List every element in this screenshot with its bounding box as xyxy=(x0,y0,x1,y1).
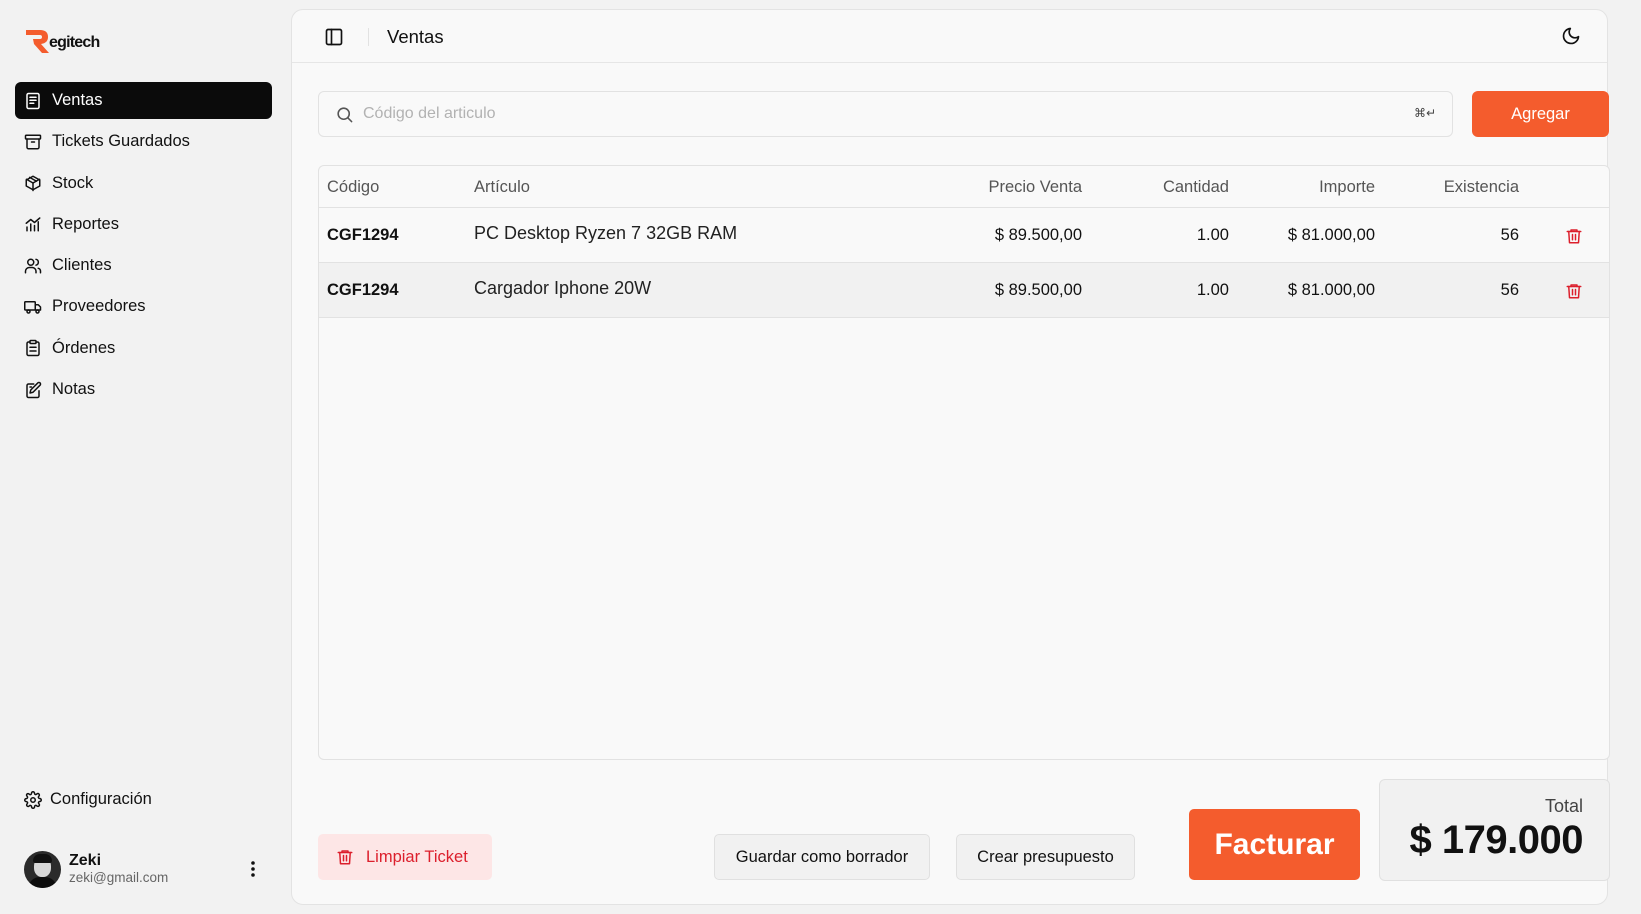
note-icon xyxy=(24,381,42,399)
cell-article: PC Desktop Ryzen 7 32GB RAM xyxy=(474,223,738,243)
column-header-article: Artículo xyxy=(474,178,530,196)
topbar-divider xyxy=(368,28,369,46)
cell-amount: $ 81.000,00 xyxy=(1287,281,1375,299)
create-budget-button[interactable]: Crear presupuesto xyxy=(956,834,1135,880)
users-icon xyxy=(24,257,42,275)
receipt-icon xyxy=(24,92,42,110)
column-header-code: Código xyxy=(327,178,380,196)
cell-amount: $ 81.000,00 xyxy=(1287,226,1375,244)
more-vertical-icon[interactable] xyxy=(244,859,262,879)
total-label: Total xyxy=(1544,796,1583,816)
sidebar-item-label: Clientes xyxy=(52,256,112,275)
trash-icon xyxy=(337,850,353,865)
moon-icon[interactable] xyxy=(1561,26,1581,46)
cell-quantity[interactable]: 1.00 xyxy=(1197,281,1229,300)
clear-ticket-button[interactable]: Limpiar Ticket xyxy=(318,834,492,880)
sidebar-item-ordenes[interactable]: Órdenes xyxy=(15,330,272,367)
total-value: $ 179.000 xyxy=(1409,818,1584,862)
trash-icon[interactable] xyxy=(1565,281,1583,301)
sidebar-item-label: Reportes xyxy=(52,214,119,233)
search-icon xyxy=(337,107,353,123)
search-input[interactable] xyxy=(363,92,1383,136)
clipboard-icon xyxy=(24,339,42,357)
sidebar-item-label: Órdenes xyxy=(52,338,116,357)
config-label: Configuración xyxy=(50,790,152,808)
user-email: zeki@gmail.com xyxy=(69,870,169,885)
logo-text: egitech xyxy=(49,34,100,51)
table-header: Código Artículo Precio Venta Cantidad Im… xyxy=(319,166,1609,208)
column-header-price: Precio Venta xyxy=(988,178,1082,196)
logo-mark-icon xyxy=(26,30,49,53)
sidebar-item-configuracion[interactable]: Configuración xyxy=(24,790,152,809)
column-header-stock: Existencia xyxy=(1443,178,1519,196)
sidebar-item-label: Tickets Guardados xyxy=(52,132,190,151)
page-title: Ventas xyxy=(387,26,444,47)
package-icon xyxy=(24,174,42,192)
cell-article: Cargador Iphone 20W xyxy=(474,278,652,298)
items-table: Código Artículo Precio Venta Cantidad Im… xyxy=(318,165,1610,760)
sidebar-item-label: Notas xyxy=(52,380,96,399)
cell-code: CGF1294 xyxy=(327,281,399,299)
sidebar-item-tickets[interactable]: Tickets Guardados xyxy=(15,123,272,160)
trash-icon[interactable] xyxy=(1565,226,1583,246)
cell-code: CGF1294 xyxy=(327,226,399,244)
sidebar-item-reportes[interactable]: Reportes xyxy=(15,206,272,243)
sidebar-item-clientes[interactable]: Clientes xyxy=(15,247,272,284)
chart-icon xyxy=(24,215,42,233)
sidebar-item-notas[interactable]: Notas xyxy=(15,371,272,408)
topbar: Ventas xyxy=(292,10,1607,63)
sidebar-toggle-icon[interactable] xyxy=(324,27,344,47)
main-panel: Ventas ⌘↵ Agregar Código Artículo Precio… xyxy=(291,9,1610,905)
shortcut-hint: ⌘↵ xyxy=(1413,106,1436,120)
sidebar-item-label: Proveedores xyxy=(52,297,146,316)
gear-icon xyxy=(24,790,42,809)
user-profile[interactable]: Zeki zeki@gmail.com xyxy=(24,849,264,889)
total-box: Total $ 179.000 xyxy=(1379,779,1610,881)
cell-price: $ 89.500,00 xyxy=(994,226,1082,244)
cell-stock: 56 xyxy=(1500,226,1519,244)
table-row[interactable]: CGF1294 Cargador Iphone 20W $ 89.500,00 … xyxy=(319,263,1609,318)
logo: egitech xyxy=(24,26,100,54)
sidebar-item-stock[interactable]: Stock xyxy=(15,165,272,202)
search-bar: ⌘↵ xyxy=(318,91,1453,137)
add-button[interactable]: Agregar xyxy=(1472,91,1609,137)
cell-stock: 56 xyxy=(1500,281,1519,299)
avatar xyxy=(24,850,61,888)
archive-icon xyxy=(24,133,42,151)
cell-quantity[interactable]: 1.00 xyxy=(1197,226,1229,245)
cell-price: $ 89.500,00 xyxy=(994,281,1082,299)
clear-ticket-label: Limpiar Ticket xyxy=(366,847,468,866)
sidebar-nav: Ventas Tickets Guardados Stock Reportes … xyxy=(15,82,272,412)
truck-icon xyxy=(24,298,42,316)
sidebar: egitech Ventas Tickets Guardados Stock R… xyxy=(0,0,290,914)
invoice-button[interactable]: Facturar xyxy=(1189,809,1360,880)
user-name: Zeki xyxy=(69,852,102,869)
sidebar-item-label: Stock xyxy=(52,173,94,192)
save-draft-button[interactable]: Guardar como borrador xyxy=(714,834,930,880)
sidebar-item-ventas[interactable]: Ventas xyxy=(15,82,272,119)
sidebar-item-proveedores[interactable]: Proveedores xyxy=(15,288,272,325)
sidebar-item-label: Ventas xyxy=(52,91,103,109)
user-info: Zeki zeki@gmail.com xyxy=(69,852,168,886)
column-header-quantity: Cantidad xyxy=(1162,178,1229,196)
column-header-amount: Importe xyxy=(1319,178,1375,196)
table-row[interactable]: CGF1294 PC Desktop Ryzen 7 32GB RAM $ 89… xyxy=(319,208,1609,263)
